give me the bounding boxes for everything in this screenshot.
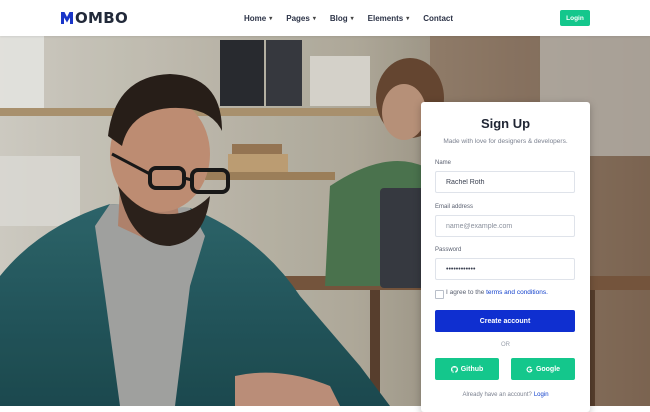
google-button-label: Google [535, 365, 561, 373]
nav-item-label: Home [244, 13, 267, 23]
nav-item-home[interactable]: Home ▾ [244, 14, 272, 23]
chevron-down-icon: ▾ [269, 15, 273, 22]
google-icon [526, 366, 533, 373]
nav-item-label: Pages [286, 13, 310, 23]
github-button[interactable]: Github [435, 358, 499, 380]
github-icon [450, 365, 458, 373]
github-button-label: Github [460, 365, 484, 373]
terms-agreement: I agree to the terms and conditions. [446, 289, 548, 296]
nav-item-label: Blog [329, 13, 348, 23]
chevron-down-icon: ▾ [406, 15, 410, 22]
terms-agree-text: I agree to the [446, 289, 485, 296]
logo-mark-icon [61, 12, 73, 24]
name-field[interactable] [435, 171, 575, 193]
name-label: Name [435, 160, 452, 166]
terms-checkbox[interactable] [435, 290, 444, 299]
terms-link[interactable]: terms and conditions. [486, 289, 548, 296]
email-label: Email address [435, 204, 474, 210]
brand-name: OMBO [75, 9, 129, 27]
nav-item-label: Contact [423, 13, 454, 23]
main-nav: Home ▾ Pages ▾ Blog ▾ Elements ▾ Contact [244, 0, 467, 36]
google-button[interactable]: Google [511, 358, 575, 380]
already-have-account: Already have an account? Login [421, 392, 590, 398]
chevron-down-icon: ▾ [312, 15, 316, 22]
nav-item-label: Elements [367, 13, 404, 23]
email-field[interactable] [435, 215, 575, 237]
login-button[interactable]: Login [560, 10, 590, 26]
signup-subtitle: Made with love for designers & developer… [443, 138, 568, 145]
chevron-down-icon: ▾ [350, 15, 354, 22]
signup-title: Sign Up [480, 116, 531, 131]
already-text: Already have an account? [462, 392, 532, 398]
nav-item-blog[interactable]: Blog ▾ [330, 14, 354, 23]
nav-item-elements[interactable]: Elements ▾ [368, 14, 410, 23]
password-label: Password [435, 247, 462, 253]
nav-item-contact[interactable]: Contact [423, 14, 453, 23]
or-divider: OR [501, 342, 510, 348]
create-account-button[interactable]: Create account [435, 310, 575, 332]
password-field[interactable] [435, 258, 575, 280]
nav-item-pages[interactable]: Pages ▾ [286, 14, 316, 23]
signup-card: Sign Up Made with love for designers & d… [421, 102, 590, 412]
top-navbar: OMBO Home ▾ Pages ▾ Blog ▾ Elements ▾ Contac… [0, 0, 650, 36]
brand-logo[interactable]: OMBO [60, 9, 128, 27]
login-link[interactable]: Login [534, 392, 549, 398]
